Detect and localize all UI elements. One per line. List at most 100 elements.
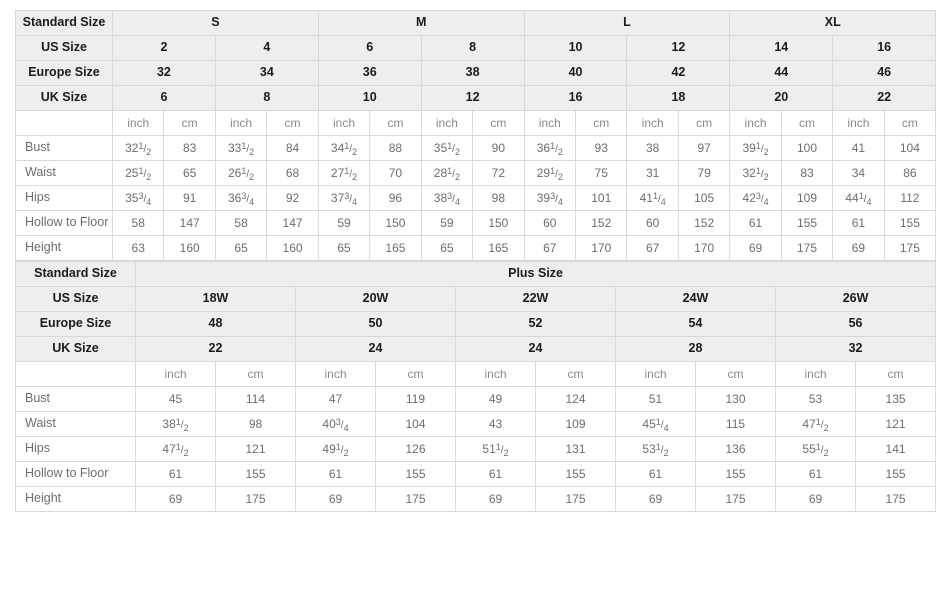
standard-measure-label-waist: Waist <box>15 160 113 186</box>
plus-unit-cm: cm <box>854 361 937 387</box>
standard-measure-value: 175 <box>883 235 937 261</box>
standard-measure-value: 411/4 <box>626 185 679 211</box>
plus-measure-value: 136 <box>695 436 776 462</box>
standard-measure-value: 63 <box>111 235 165 261</box>
standard-size-group-l: L <box>523 10 731 36</box>
table-row: Bust 45 114 47 119 49 124 51 130 53 135 <box>15 386 937 412</box>
plus-measure-value: 175 <box>695 486 776 512</box>
standard-measure-value: 383/4 <box>420 185 474 211</box>
standard-measure-value: 69 <box>832 235 885 261</box>
plus-measure-value: 403/4 <box>295 411 376 437</box>
standard-measure-value: 152 <box>677 210 731 236</box>
plus-measure-value: 69 <box>135 486 216 512</box>
standard-unit-inch: inch <box>111 110 165 136</box>
standard-unit-cm: cm <box>266 110 319 136</box>
standard-measure-value: 152 <box>575 210 628 236</box>
standard-measure-value: 65 <box>163 160 216 186</box>
plus-size-value: 26W <box>774 286 937 312</box>
plus-measure-value: 551/2 <box>775 436 856 462</box>
plus-measure-label-hips: Hips <box>15 436 136 462</box>
standard-measure-label-hips: Hips <box>15 185 113 211</box>
plus-measure-value: 381/2 <box>135 411 216 437</box>
plus-size-value: 24W <box>615 286 776 312</box>
table-row: Height 63 160 65 160 65 165 65 165 67 170 67 170 69 17… <box>15 235 937 261</box>
standard-measure-value: 86 <box>883 160 937 186</box>
plus-size-value: 24 <box>455 336 616 362</box>
standard-size-value: 4 <box>214 35 319 61</box>
standard-europe-size-row: Europe Size 32 34 36 38 40 42 44 46 <box>15 60 937 86</box>
plus-measure-value: 491/2 <box>295 436 376 462</box>
plus-size-value: 54 <box>615 311 776 337</box>
standard-unit-cm: cm <box>472 110 525 136</box>
standard-measure-value: 361/2 <box>523 135 577 161</box>
plus-size-value: 32 <box>774 336 937 362</box>
plus-measure-value: 51 <box>615 386 696 412</box>
plus-measure-value: 69 <box>615 486 696 512</box>
standard-row-label-europe-size: Europe Size <box>15 60 113 86</box>
plus-measure-value: 155 <box>535 461 616 487</box>
plus-measure-value: 119 <box>375 386 456 412</box>
standard-measure-value: 155 <box>883 210 937 236</box>
standard-measure-value: 391/2 <box>729 135 782 161</box>
size-chart-sheet: Standard Size S M L XL US Size 2 4 6 8 10 12 14 16 … <box>15 10 937 512</box>
plus-measure-value: 121 <box>854 411 937 437</box>
plus-measure-value: 175 <box>215 486 296 512</box>
plus-size-value: 56 <box>774 311 937 337</box>
table-row: Hips 353/4 91 363/4 92 373/4 96 383/4 98 393/4 101… <box>15 185 937 211</box>
standard-measure-value: 100 <box>780 135 834 161</box>
plus-size-value: 22 <box>135 336 296 362</box>
standard-measure-value: 175 <box>780 235 834 261</box>
standard-measure-value: 147 <box>163 210 216 236</box>
standard-unit-inch: inch <box>420 110 474 136</box>
standard-size-value: 36 <box>317 60 422 86</box>
plus-measure-value: 175 <box>535 486 616 512</box>
standard-measure-value: 96 <box>369 185 422 211</box>
plus-measure-value: 69 <box>775 486 856 512</box>
plus-unit-inch: inch <box>615 361 696 387</box>
plus-measure-value: 511/2 <box>455 436 536 462</box>
standard-measure-value: 363/4 <box>214 185 268 211</box>
standard-measure-value: 321/2 <box>729 160 782 186</box>
plus-measure-value: 61 <box>135 461 216 487</box>
standard-size-value: 10 <box>523 35 628 61</box>
standard-measure-value: 65 <box>214 235 268 261</box>
plus-size-value: 52 <box>455 311 616 337</box>
plus-measure-value: 114 <box>215 386 296 412</box>
standard-measure-value: 441/4 <box>832 185 885 211</box>
standard-unit-row-blank <box>15 110 113 136</box>
standard-measure-value: 59 <box>317 210 371 236</box>
plus-size-value: 22W <box>455 286 616 312</box>
plus-size-corner-label: Standard Size <box>15 261 136 287</box>
plus-uk-size-row: UK Size 22 24 24 28 32 <box>15 336 937 362</box>
plus-size-value: 20W <box>295 286 456 312</box>
standard-unit-cm: cm <box>780 110 834 136</box>
plus-measure-value: 531/2 <box>615 436 696 462</box>
standard-size-table: Standard Size S M L XL US Size 2 4 6 8 10 12 14 16 … <box>15 10 937 261</box>
plus-unit-row: inch cm inch cm inch cm inch cm inch cm <box>15 361 937 387</box>
standard-measure-value: 83 <box>163 135 216 161</box>
plus-measure-label-bust: Bust <box>15 386 136 412</box>
plus-measure-value: 61 <box>295 461 376 487</box>
standard-measure-value: 341/2 <box>317 135 371 161</box>
plus-size-value: 28 <box>615 336 776 362</box>
standard-measure-value: 271/2 <box>317 160 371 186</box>
standard-measure-value: 373/4 <box>317 185 371 211</box>
plus-unit-inch: inch <box>295 361 376 387</box>
plus-measure-value: 155 <box>695 461 776 487</box>
standard-measure-value: 93 <box>575 135 628 161</box>
standard-measure-value: 58 <box>214 210 268 236</box>
plus-measure-value: 45 <box>135 386 216 412</box>
plus-size-group-row: Standard Size Plus Size <box>15 261 937 287</box>
standard-measure-value: 67 <box>626 235 679 261</box>
standard-measure-value: 150 <box>472 210 525 236</box>
plus-measure-value: 141 <box>854 436 937 462</box>
plus-unit-cm: cm <box>695 361 776 387</box>
plus-measure-value: 175 <box>854 486 937 512</box>
standard-size-value: 46 <box>832 60 937 86</box>
table-row: Waist 381/2 98 403/4 104 43 109 451/4 115 471/2 12… <box>15 411 937 437</box>
plus-unit-inch: inch <box>775 361 856 387</box>
plus-unit-inch: inch <box>135 361 216 387</box>
standard-measure-value: 92 <box>266 185 319 211</box>
standard-size-value: 6 <box>317 35 422 61</box>
standard-measure-value: 83 <box>780 160 834 186</box>
